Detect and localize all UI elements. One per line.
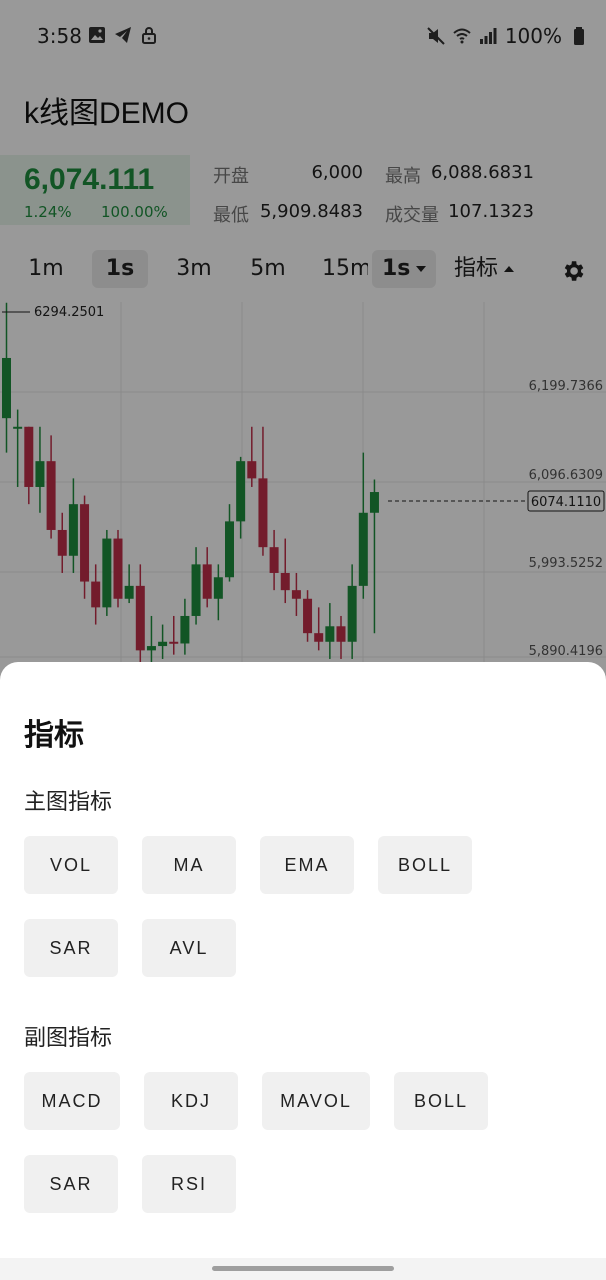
sub-indicator-chip-kdj[interactable]: KDJ (144, 1072, 238, 1130)
navigation-bar (0, 1258, 606, 1280)
home-gesture-handle[interactable] (212, 1266, 394, 1271)
main-indicator-chip-vol[interactable]: VOL (24, 836, 118, 894)
sub-indicators-title: 副图指标 (24, 1026, 113, 1051)
main-indicator-chip-avl[interactable]: AVL (142, 919, 236, 977)
indicator-bottom-sheet: 指标 主图指标 VOL MA EMA BOLL SAR AVL 副图指标 MAC… (0, 662, 606, 1258)
main-indicator-chip-ma[interactable]: MA (142, 836, 236, 894)
main-indicator-chip-boll[interactable]: BOLL (378, 836, 472, 894)
main-indicators-title: 主图指标 (24, 790, 113, 815)
sub-indicator-chip-boll[interactable]: BOLL (394, 1072, 488, 1130)
sub-indicator-chip-macd[interactable]: MACD (24, 1072, 120, 1130)
sub-indicator-chip-mavol[interactable]: MAVOL (262, 1072, 370, 1130)
sheet-title: 指标 (24, 718, 84, 753)
sub-indicator-chip-rsi[interactable]: RSI (142, 1155, 236, 1213)
main-indicator-chip-sar[interactable]: SAR (24, 919, 118, 977)
sub-indicator-chip-sar[interactable]: SAR (24, 1155, 118, 1213)
main-indicator-chip-ema[interactable]: EMA (260, 836, 354, 894)
